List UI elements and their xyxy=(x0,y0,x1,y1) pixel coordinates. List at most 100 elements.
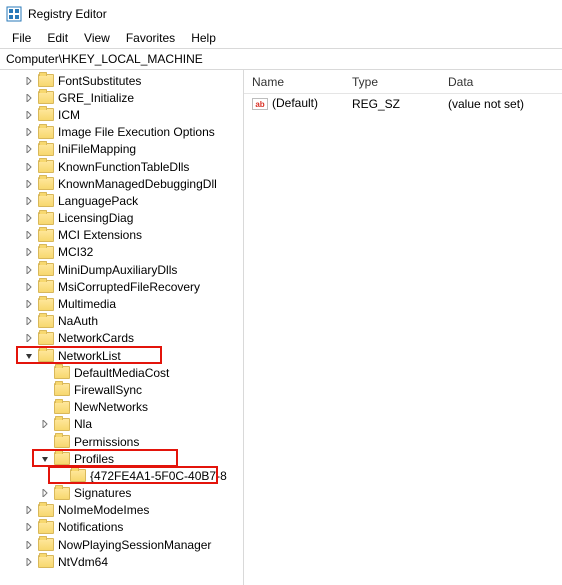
folder-icon xyxy=(54,401,70,414)
tree-item[interactable]: MsiCorruptedFileRecovery xyxy=(0,278,243,295)
chevron-right-icon[interactable] xyxy=(22,74,36,88)
folder-icon xyxy=(38,555,54,568)
value-name: (Default) xyxy=(272,96,318,110)
address-bar[interactable]: Computer\HKEY_LOCAL_MACHINE xyxy=(0,48,562,70)
tree-item[interactable]: Notifications xyxy=(0,519,243,536)
chevron-right-icon[interactable] xyxy=(22,228,36,242)
list-pane[interactable]: Name Type Data ab (Default) REG_SZ (valu… xyxy=(244,70,562,585)
chevron-right-icon[interactable] xyxy=(22,314,36,328)
tree-item[interactable]: LanguagePack xyxy=(0,192,243,209)
tree-item-label: NoImeModeImes xyxy=(58,503,153,517)
menu-help[interactable]: Help xyxy=(183,29,224,47)
tree-item[interactable]: MiniDumpAuxiliaryDlls xyxy=(0,261,243,278)
chevron-right-icon[interactable] xyxy=(22,125,36,139)
tree-item[interactable]: LicensingDiag xyxy=(0,210,243,227)
tree-item[interactable]: {472FE4A1-5F0C-40B7-8 xyxy=(0,467,243,484)
chevron-down-icon[interactable] xyxy=(22,349,36,363)
col-header-type[interactable]: Type xyxy=(344,75,440,89)
folder-icon xyxy=(38,332,54,345)
tree-item[interactable]: IniFileMapping xyxy=(0,141,243,158)
tree-item-label: MsiCorruptedFileRecovery xyxy=(58,280,204,294)
chevron-right-icon[interactable] xyxy=(22,331,36,345)
chevron-right-icon[interactable] xyxy=(22,177,36,191)
tree-item[interactable]: Signatures xyxy=(0,485,243,502)
tree-item[interactable]: NtVdm64 xyxy=(0,553,243,570)
folder-icon xyxy=(38,280,54,293)
folder-icon xyxy=(38,91,54,104)
chevron-right-icon[interactable] xyxy=(22,555,36,569)
tree-item-label: FirewallSync xyxy=(74,383,146,397)
folder-icon xyxy=(38,126,54,139)
chevron-right-icon[interactable] xyxy=(38,417,52,431)
folder-icon xyxy=(38,229,54,242)
list-row[interactable]: ab (Default) REG_SZ (value not set) xyxy=(244,94,562,114)
chevron-right-icon[interactable] xyxy=(22,280,36,294)
tree-item[interactable]: NetworkList xyxy=(0,347,243,364)
tree-item[interactable]: NaAuth xyxy=(0,313,243,330)
tree-item[interactable]: NowPlayingSessionManager xyxy=(0,536,243,553)
chevron-right-icon[interactable] xyxy=(22,503,36,517)
list-header[interactable]: Name Type Data xyxy=(244,70,562,94)
tree-item[interactable]: Multimedia xyxy=(0,295,243,312)
tree-item[interactable]: NewNetworks xyxy=(0,399,243,416)
tree-item-label: DefaultMediaCost xyxy=(74,366,173,380)
tree-item-label: Notifications xyxy=(58,520,127,534)
chevron-right-icon[interactable] xyxy=(22,297,36,311)
folder-icon xyxy=(38,538,54,551)
tree-item[interactable]: NetworkCards xyxy=(0,330,243,347)
tree-item[interactable]: ICM xyxy=(0,106,243,123)
tree-item[interactable]: Permissions xyxy=(0,433,243,450)
chevron-right-icon[interactable] xyxy=(22,263,36,277)
chevron-right-icon[interactable] xyxy=(22,194,36,208)
tree-item[interactable]: FirewallSync xyxy=(0,381,243,398)
folder-icon xyxy=(38,521,54,534)
chevron-right-icon[interactable] xyxy=(22,108,36,122)
folder-icon xyxy=(38,108,54,121)
tree-item[interactable]: MCI32 xyxy=(0,244,243,261)
chevron-right-icon[interactable] xyxy=(38,486,52,500)
chevron-right-icon[interactable] xyxy=(22,91,36,105)
tree-item-label: GRE_Initialize xyxy=(58,91,138,105)
folder-icon xyxy=(38,504,54,517)
folder-icon xyxy=(38,263,54,276)
tree-item-label: LanguagePack xyxy=(58,194,142,208)
menu-edit[interactable]: Edit xyxy=(39,29,76,47)
chevron-right-icon[interactable] xyxy=(22,160,36,174)
tree-pane[interactable]: FontSubstitutes GRE_InitializeICM Image Fi… xyxy=(0,70,244,585)
chevron-right-icon[interactable] xyxy=(22,245,36,259)
tree-item-label: FontSubstitutes xyxy=(58,74,145,88)
chevron-down-icon[interactable] xyxy=(38,452,52,466)
svg-text:ab: ab xyxy=(255,100,264,109)
col-header-data[interactable]: Data xyxy=(440,75,562,89)
folder-icon xyxy=(54,435,70,448)
chevron-right-icon[interactable] xyxy=(22,211,36,225)
cell-type: REG_SZ xyxy=(344,97,440,111)
tree-item[interactable]: FontSubstitutes xyxy=(0,72,243,89)
tree-item-label: MCI32 xyxy=(58,245,97,259)
tree-item[interactable]: Image File Execution Options xyxy=(0,124,243,141)
folder-icon xyxy=(38,315,54,328)
tree-item[interactable]: KnownManagedDebuggingDll xyxy=(0,175,243,192)
chevron-right-icon[interactable] xyxy=(22,142,36,156)
tree-item[interactable]: GRE_Initialize xyxy=(0,89,243,106)
menubar: File Edit View Favorites Help xyxy=(0,28,562,48)
tree-item-label: Multimedia xyxy=(58,297,120,311)
tree-item-label: {472FE4A1-5F0C-40B7-8 xyxy=(90,469,231,483)
address-text: Computer\HKEY_LOCAL_MACHINE xyxy=(6,52,203,66)
tree-item[interactable]: NoImeModeImes xyxy=(0,502,243,519)
string-value-icon: ab xyxy=(252,96,268,112)
tree-item[interactable]: MCI Extensions xyxy=(0,227,243,244)
menu-file[interactable]: File xyxy=(4,29,39,47)
folder-icon xyxy=(38,212,54,225)
menu-view[interactable]: View xyxy=(76,29,118,47)
tree-item[interactable]: Profiles xyxy=(0,450,243,467)
tree-item[interactable]: Nla xyxy=(0,416,243,433)
tree-item-label: NetworkCards xyxy=(58,331,138,345)
tree-item-label: Image File Execution Options xyxy=(58,125,219,139)
chevron-right-icon[interactable] xyxy=(22,538,36,552)
col-header-name[interactable]: Name xyxy=(244,75,344,89)
menu-favorites[interactable]: Favorites xyxy=(118,29,183,47)
tree-item[interactable]: DefaultMediaCost xyxy=(0,364,243,381)
chevron-right-icon[interactable] xyxy=(22,520,36,534)
tree-item[interactable]: KnownFunctionTableDlls xyxy=(0,158,243,175)
